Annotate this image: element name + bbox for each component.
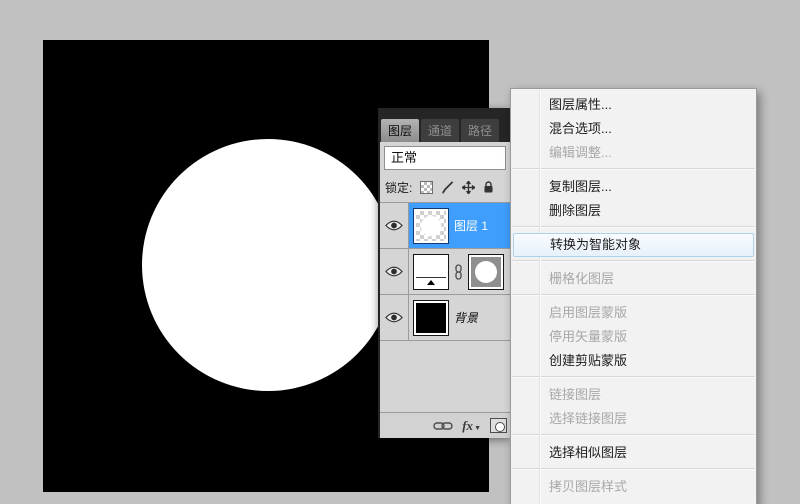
adjustment-layer-thumbnail[interactable] bbox=[413, 253, 449, 290]
layer-mask-thumbnail[interactable] bbox=[468, 253, 504, 290]
lock-label: 锁定: bbox=[385, 180, 413, 195]
panel-bottom-bar: fx▼ bbox=[380, 412, 510, 438]
layer-list: 图层 1 背景 bbox=[380, 202, 510, 341]
menu-item-layer-properties[interactable]: 图层属性... bbox=[511, 93, 756, 117]
menu-item-enable-layer-mask: 启用图层蒙版 bbox=[549, 305, 628, 320]
menu-item-duplicate-layer[interactable]: 复制图层... bbox=[511, 175, 756, 199]
menu-item-select-linked-layers: 选择链接图层 bbox=[549, 411, 628, 426]
lock-options-row: 锁定: bbox=[380, 174, 510, 200]
menu-item-delete-layer[interactable]: 删除图层 bbox=[511, 199, 756, 223]
add-layer-mask-icon[interactable] bbox=[490, 418, 507, 433]
layer-row-background[interactable]: 背景 bbox=[380, 295, 510, 341]
menu-item-edit-adjustment: 编辑调整... bbox=[549, 145, 612, 160]
menu-separator bbox=[512, 260, 755, 261]
visibility-toggle[interactable] bbox=[380, 203, 409, 248]
menu-separator bbox=[512, 226, 755, 227]
layer-name[interactable]: 图层 1 bbox=[454, 217, 488, 234]
layers-panel-content: 正常 锁定: 图层 1 背景 fx▼ bbox=[380, 142, 510, 438]
lock-all-icon[interactable] bbox=[483, 180, 494, 194]
menu-item-disable-vector-mask: 停用矢量蒙版 bbox=[549, 329, 628, 344]
blend-mode-select[interactable]: 正常 bbox=[384, 146, 506, 170]
menu-item-copy-layer-style: 拷贝图层样式 bbox=[549, 479, 628, 494]
layers-panel: 图层 通道 路径 正常 锁定: 图层 1 背景 fx▼ bbox=[378, 108, 510, 438]
layer-style-fx-icon[interactable]: fx▼ bbox=[462, 417, 481, 435]
menu-separator bbox=[512, 376, 755, 377]
layer-context-menu: 图层属性... 混合选项... 编辑调整... 复制图层... 删除图层 转换为… bbox=[510, 88, 757, 504]
eye-icon bbox=[385, 312, 403, 323]
menu-item-select-similar-layers[interactable]: 选择相似图层 bbox=[511, 441, 756, 465]
levels-slider-icon bbox=[416, 276, 446, 287]
layer-row-adjustment[interactable] bbox=[380, 249, 510, 295]
menu-separator bbox=[512, 294, 755, 295]
visibility-toggle[interactable] bbox=[380, 249, 409, 294]
move-lock-icon[interactable] bbox=[462, 180, 476, 194]
menu-item-rasterize-layer: 栅格化图层 bbox=[549, 271, 615, 286]
tab-paths[interactable]: 路径 bbox=[461, 119, 500, 142]
white-circle-shape bbox=[142, 139, 394, 391]
tab-layers[interactable]: 图层 bbox=[381, 119, 420, 142]
menu-item-create-clipping-mask[interactable]: 创建剪贴蒙版 bbox=[511, 349, 756, 373]
menu-separator bbox=[512, 168, 755, 169]
menu-separator bbox=[512, 434, 755, 435]
layer-thumbnail[interactable] bbox=[413, 207, 449, 244]
visibility-toggle[interactable] bbox=[380, 295, 409, 340]
menu-item-link-layers: 链接图层 bbox=[549, 387, 602, 402]
thumbnail-circle bbox=[421, 215, 441, 236]
tab-channels[interactable]: 通道 bbox=[421, 119, 460, 142]
panel-tab-bar: 图层 通道 路径 bbox=[378, 108, 510, 142]
menu-separator bbox=[512, 468, 755, 469]
layer-thumbnail[interactable] bbox=[413, 299, 449, 336]
brush-lock-icon[interactable] bbox=[441, 180, 454, 194]
eye-icon bbox=[385, 220, 403, 231]
mask-circle bbox=[475, 260, 497, 283]
photoshop-workspace: 图层 通道 路径 正常 锁定: 图层 1 背景 fx▼ 图层属性... 混合选项… bbox=[0, 0, 800, 504]
menu-item-blending-options[interactable]: 混合选项... bbox=[511, 117, 756, 141]
layer-row-layer1[interactable]: 图层 1 bbox=[380, 203, 510, 249]
link-layers-icon[interactable] bbox=[433, 421, 453, 431]
eye-icon bbox=[385, 266, 403, 277]
mask-link-icon[interactable] bbox=[454, 263, 463, 280]
menu-item-convert-to-smart-object[interactable]: 转换为智能对象 bbox=[513, 233, 754, 257]
layer-name[interactable]: 背景 bbox=[454, 309, 478, 326]
transparency-lock-icon[interactable] bbox=[420, 180, 434, 194]
